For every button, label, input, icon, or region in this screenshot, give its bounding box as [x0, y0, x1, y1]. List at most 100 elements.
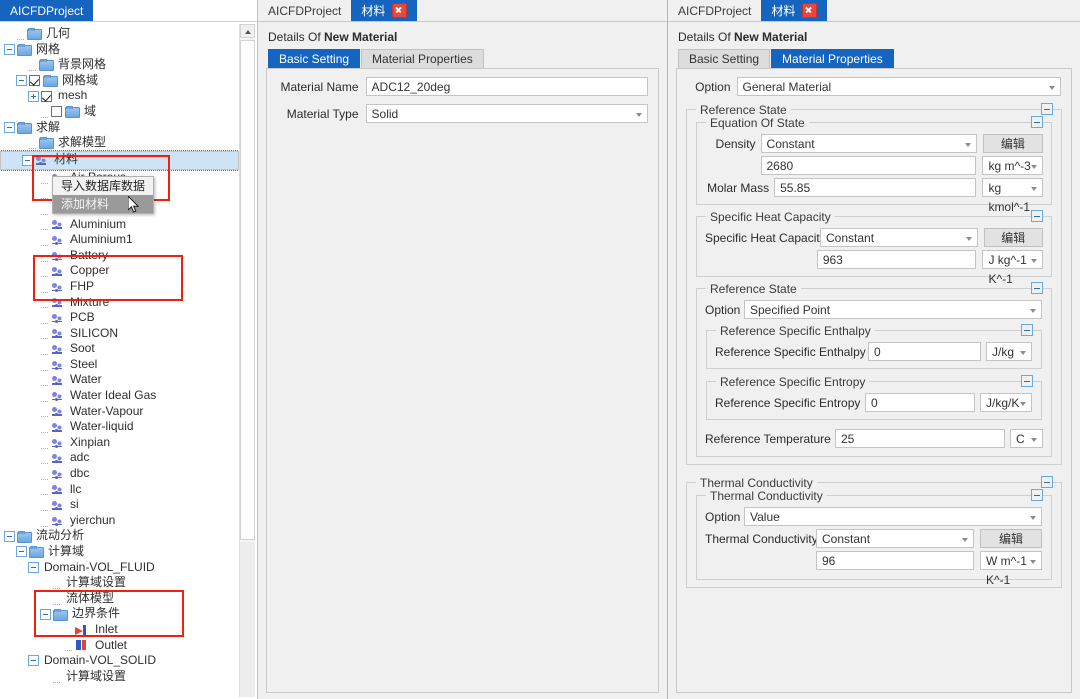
tree-node[interactable]: Water	[0, 372, 239, 388]
tab-material-middle[interactable]: 材料	[351, 0, 418, 21]
tree-node[interactable]: Battery	[0, 248, 239, 264]
collapse-icon[interactable]	[22, 154, 33, 166]
tree-node[interactable]: Water-liquid	[0, 419, 239, 435]
entropy-input[interactable]: 0	[865, 393, 975, 412]
density-edit-button[interactable]: 编辑	[982, 134, 1043, 153]
collapse-icon[interactable]	[28, 561, 39, 573]
collapse-toggle-icon[interactable]	[1021, 324, 1033, 336]
material-name-input[interactable]: ADC12_20deg	[365, 77, 648, 96]
close-icon[interactable]	[392, 3, 408, 18]
scrollbar-track[interactable]	[240, 542, 255, 697]
tree-node[interactable]: Inlet	[0, 622, 239, 638]
tab-aicfdproject-middle[interactable]: AICFDProject	[258, 0, 352, 21]
entropy-unit-select[interactable]: J/kg/K	[980, 393, 1032, 412]
tab-basic-setting[interactable]: Basic Setting	[678, 49, 771, 68]
tree-vertical-scrollbar[interactable]	[239, 24, 255, 697]
collapse-icon[interactable]	[4, 530, 15, 542]
tree-node[interactable]: 计算域设置	[0, 669, 239, 685]
collapse-icon[interactable]	[4, 43, 15, 55]
option-select[interactable]: General Material	[736, 77, 1061, 96]
checkbox-checked-icon[interactable]	[29, 75, 40, 87]
tc-mode-select[interactable]: Constant	[816, 529, 974, 548]
tree-node[interactable]: si	[0, 497, 239, 513]
tree-node[interactable]: Copper	[0, 263, 239, 279]
density-unit-select[interactable]: kg m^-3	[982, 156, 1043, 175]
tree-node[interactable]: PCB	[0, 310, 239, 326]
collapse-toggle-icon[interactable]	[1031, 210, 1043, 222]
tree-node[interactable]: FHP	[0, 279, 239, 295]
close-icon[interactable]	[802, 3, 818, 18]
tree-node[interactable]: Water Ideal Gas	[0, 388, 239, 404]
collapse-icon[interactable]	[16, 546, 27, 558]
collapse-toggle-icon[interactable]	[1021, 375, 1033, 387]
density-mode-select[interactable]: Constant	[760, 134, 977, 153]
tree-node[interactable]: 域	[0, 104, 239, 120]
tree-node[interactable]: Outlet	[0, 638, 239, 654]
expand-icon[interactable]	[28, 90, 39, 102]
shc-mode-select[interactable]: Constant	[820, 228, 978, 247]
tab-aicfdproject-right[interactable]: AICFDProject	[668, 0, 762, 21]
tc-unit-select[interactable]: W m^-1 K^-1	[980, 551, 1042, 587]
tab-material-right[interactable]: 材料	[761, 0, 828, 21]
scroll-up-arrow-icon[interactable]	[240, 24, 255, 38]
tree-node[interactable]: Steel	[0, 357, 239, 373]
tree-node[interactable]: 材料	[0, 149, 240, 171]
tree-node[interactable]: 计算域	[0, 544, 239, 560]
tree-node[interactable]: 边界条件	[0, 606, 239, 622]
tree-node[interactable]: Mixture	[0, 295, 239, 311]
collapse-icon[interactable]	[16, 75, 27, 87]
tree-node[interactable]: 求解模型	[0, 135, 239, 151]
tree-node[interactable]: Xinpian	[0, 435, 239, 451]
enthalpy-input[interactable]: 0	[868, 342, 981, 361]
tab-material-properties[interactable]: Material Properties	[361, 49, 484, 68]
collapse-icon[interactable]	[40, 608, 51, 620]
collapse-toggle-icon[interactable]	[1031, 282, 1043, 294]
shc-edit-button[interactable]: 编辑	[983, 228, 1043, 247]
tab-basic-setting[interactable]: Basic Setting	[268, 49, 361, 68]
tc-edit-button[interactable]: 编辑	[980, 529, 1042, 548]
tree-node[interactable]: 计算域设置	[0, 575, 239, 591]
reference-temperature-unit-select[interactable]: C	[1010, 429, 1043, 448]
collapse-toggle-icon[interactable]	[1041, 103, 1053, 115]
scrollbar-thumb[interactable]	[240, 40, 255, 540]
collapse-icon[interactable]	[28, 655, 39, 667]
tree-node[interactable]: Aluminium	[0, 217, 239, 233]
tc-value-input[interactable]: 96	[816, 551, 974, 570]
shc-unit-select[interactable]: J kg^-1 K^-1	[982, 250, 1043, 286]
tab-aicfdproject-left[interactable]: AICFDProject	[0, 0, 94, 21]
collapse-toggle-icon[interactable]	[1041, 476, 1053, 488]
tree-node[interactable]: 流体模型	[0, 591, 239, 607]
molar-mass-unit-select[interactable]: kg kmol^-1	[982, 178, 1043, 214]
tree-node[interactable]: 求解	[0, 120, 239, 136]
checkbox-checked-icon[interactable]	[41, 90, 52, 102]
tree-node[interactable]: Water-Vapour	[0, 404, 239, 420]
context-menu-item-import-database[interactable]: 导入数据库数据	[53, 177, 153, 195]
tree-node[interactable]: SILICON	[0, 326, 239, 342]
tree-node[interactable]: 网格域	[0, 73, 239, 89]
reference-temperature-input[interactable]: 25	[835, 429, 1006, 448]
tree-node[interactable]: Soot	[0, 341, 239, 357]
tree-node[interactable]: yierchun	[0, 513, 239, 529]
tree-node[interactable]: dbc	[0, 466, 239, 482]
enthalpy-unit-select[interactable]: J/kg	[986, 342, 1032, 361]
tree-node[interactable]: adc	[0, 450, 239, 466]
tc-option-select[interactable]: Value	[744, 507, 1042, 526]
tree-node[interactable]: Aluminium1	[0, 232, 239, 248]
ref-option-select[interactable]: Specified Point	[744, 300, 1042, 319]
collapse-toggle-icon[interactable]	[1031, 489, 1043, 501]
tree-node[interactable]: llc	[0, 482, 239, 498]
collapse-icon[interactable]	[4, 121, 15, 133]
tree-node[interactable]: Domain-VOL_SOLID	[0, 653, 239, 669]
tree-node[interactable]: Domain-VOL_FLUID	[0, 560, 239, 576]
tab-material-properties[interactable]: Material Properties	[771, 49, 894, 68]
tree-node[interactable]: 流动分析	[0, 528, 239, 544]
tree-node[interactable]: 背景网格	[0, 57, 239, 73]
material-type-select[interactable]: Solid	[365, 104, 648, 123]
tree-node[interactable]: mesh	[0, 88, 239, 104]
checkbox-unchecked-icon[interactable]	[51, 106, 62, 118]
molar-mass-input[interactable]: 55.85	[774, 178, 977, 197]
collapse-toggle-icon[interactable]	[1031, 116, 1043, 128]
tree-node[interactable]: 网格	[0, 42, 239, 58]
tree-node[interactable]: 几何	[0, 26, 239, 42]
shc-value-input[interactable]: 963	[816, 250, 977, 269]
